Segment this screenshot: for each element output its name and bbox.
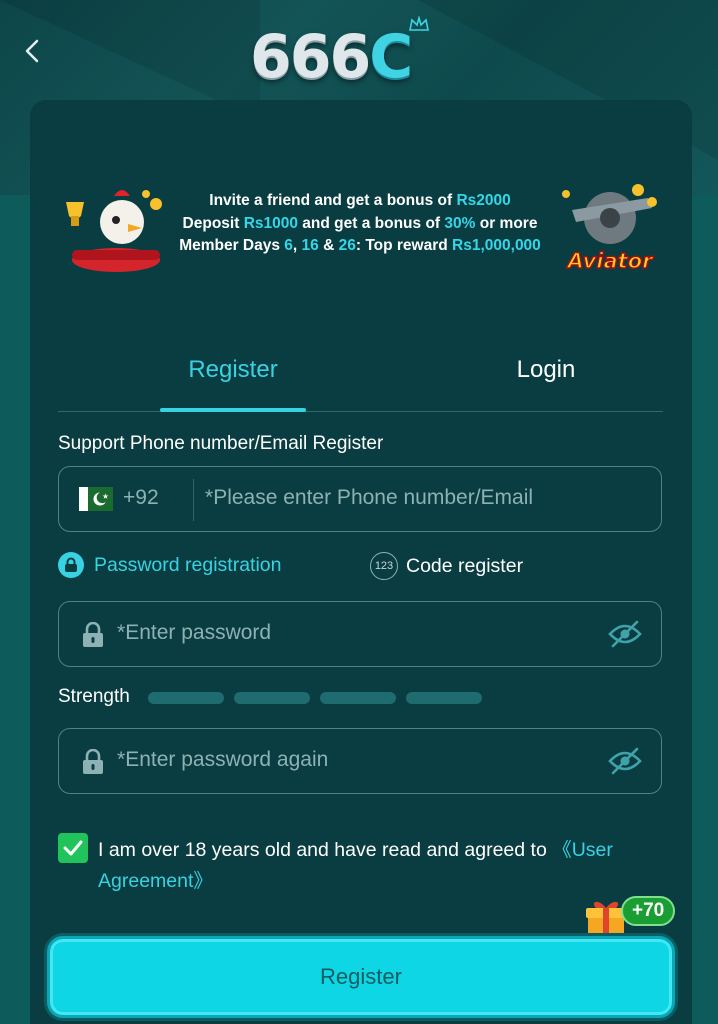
lock-icon	[58, 552, 84, 578]
lock-icon	[83, 749, 103, 774]
crown-icon	[409, 16, 429, 31]
promo-line-deposit: Deposit Rs1000 and get a bonus of 30% or…	[182, 214, 538, 232]
bonus-badge: +70	[621, 896, 676, 926]
register-method-label: Support Phone number/Email Register	[58, 433, 384, 454]
pakistan-flag-icon[interactable]	[79, 487, 113, 511]
strength-bar-4	[406, 692, 482, 704]
password-registration-option[interactable]: Password registration	[58, 552, 282, 578]
tab-register[interactable]: Register	[160, 356, 306, 384]
promo-line-member-days: Member Days 6, 16 & 26: Top reward Rs1,0…	[179, 237, 541, 254]
brand-logo: 666C	[250, 16, 440, 92]
svg-text:Aviator: Aviator	[566, 249, 655, 273]
eye-off-icon[interactable]	[607, 620, 643, 648]
code-register-option[interactable]: 123 Code register	[370, 552, 523, 580]
agreement-checkbox[interactable]	[58, 833, 88, 863]
chicken-plane-mascot-icon	[66, 190, 162, 272]
checkmark-icon	[63, 840, 83, 856]
promo-banner[interactable]: Invite a friend and get a bonus of Rs200…	[30, 180, 692, 290]
auth-tabs: Register Login	[58, 350, 663, 412]
eye-off-icon[interactable]	[607, 747, 643, 775]
agreement-text: I am over 18 years old and have read and…	[98, 839, 613, 892]
back-button[interactable]	[18, 36, 48, 66]
strength-bar-2	[234, 692, 310, 704]
registration-mode-switch: Password registration 123 Code register	[58, 552, 662, 582]
lock-icon	[83, 622, 103, 647]
country-code[interactable]: +92	[123, 486, 159, 510]
phone-email-input[interactable]: *Please enter Phone number/Email	[205, 486, 533, 510]
register-card: Invite a friend and get a bonus of Rs200…	[30, 100, 692, 1024]
side-background-right	[688, 195, 718, 1024]
promo-text: Invite a friend and get a bonus of Rs200…	[160, 190, 560, 258]
active-tab-indicator	[160, 408, 306, 412]
number-code-icon: 123	[370, 552, 398, 580]
confirm-password-field[interactable]: *Enter password again	[58, 728, 662, 794]
divider	[193, 479, 194, 521]
register-button[interactable]: Register	[47, 936, 675, 1018]
aviator-game-icon: Aviator	[562, 184, 657, 274]
password-input[interactable]: *Enter password	[117, 621, 271, 645]
strength-bar-3	[320, 692, 396, 704]
strength-bar-1	[148, 692, 224, 704]
tab-login[interactable]: Login	[478, 356, 614, 384]
confirm-password-input[interactable]: *Enter password again	[117, 748, 328, 772]
phone-email-field[interactable]: +92 *Please enter Phone number/Email	[58, 466, 662, 532]
side-background-left	[0, 195, 30, 1024]
strength-label: Strength	[58, 686, 130, 707]
password-field[interactable]: *Enter password	[58, 601, 662, 667]
promo-line-invite: Invite a friend and get a bonus of Rs200…	[209, 192, 511, 209]
chevron-left-icon	[25, 39, 39, 63]
